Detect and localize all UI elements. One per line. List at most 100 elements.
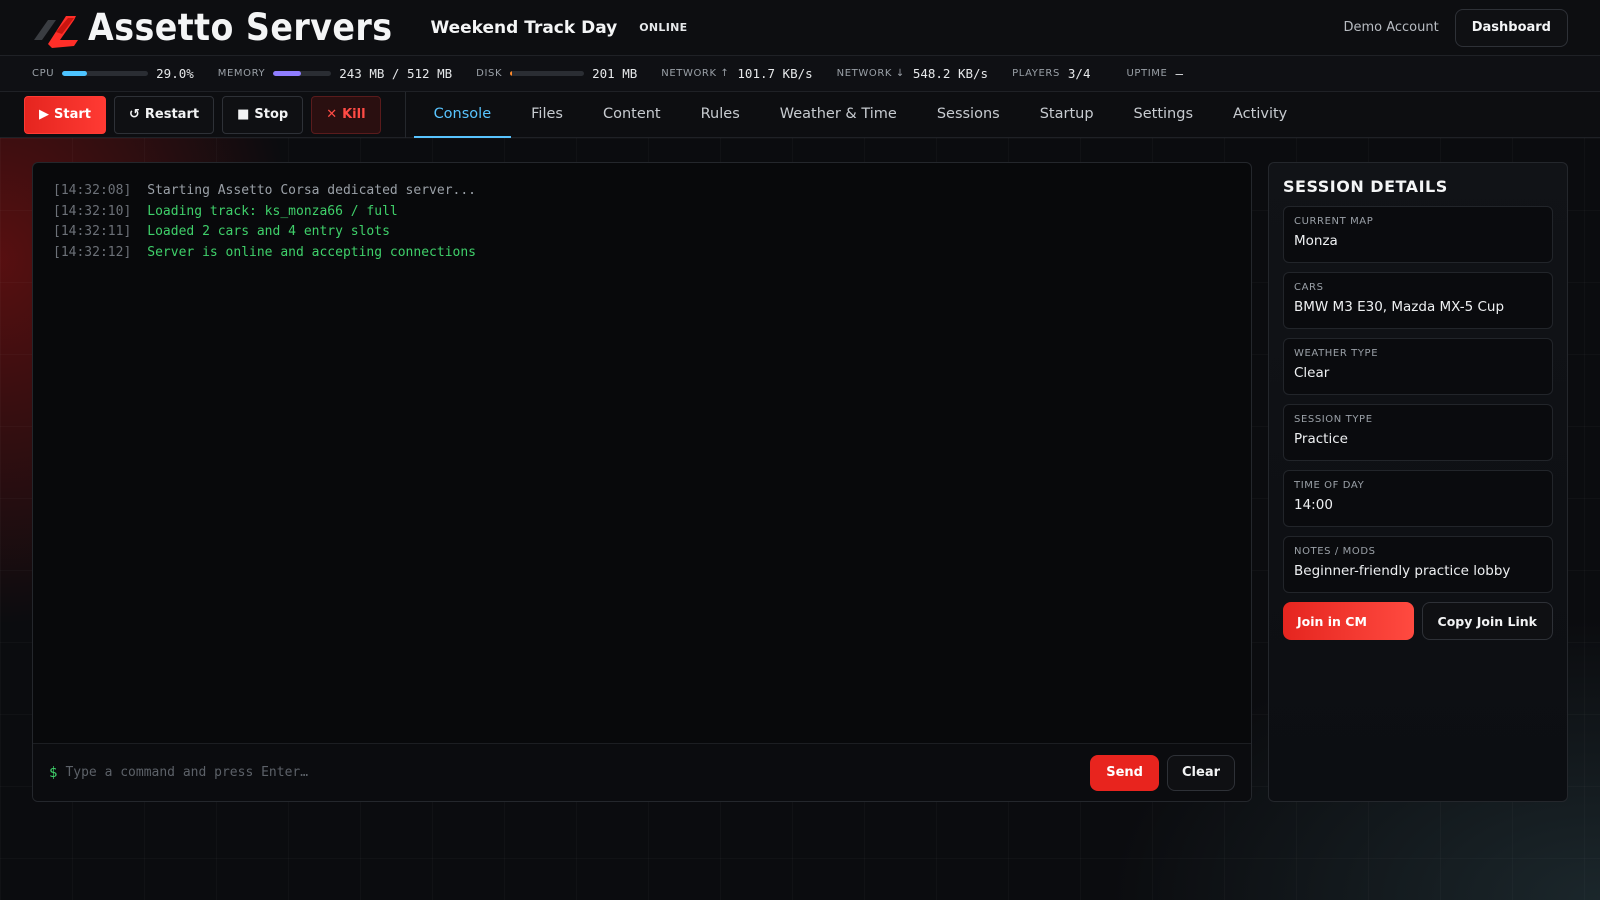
log-timestamp: [14:32:11]: [53, 224, 132, 239]
log-message: Starting Assetto Corsa dedicated server.…: [147, 183, 477, 198]
command-input[interactable]: [65, 765, 1091, 780]
field-label: NOTES / MODS: [1294, 546, 1376, 557]
stat-cpu: CPU 29.0%: [32, 66, 194, 81]
header-right: Demo Account Dashboard: [1343, 8, 1568, 47]
stat-network-down: NETWORK ↓ 548.2 KB/s: [837, 66, 988, 81]
log-line: [14:32:11] Loaded 2 cars and 4 entry slo…: [53, 222, 1231, 243]
stat-network-up: NETWORK ↑ 101.7 KB/s: [661, 66, 812, 81]
log-line: [14:32:10] Loading track: ks_monza66 / f…: [53, 202, 1231, 223]
tab-weather-time[interactable]: Weather & Time: [760, 92, 917, 138]
stat-disk: DISK 201 MB: [476, 66, 637, 81]
field-label: SESSION TYPE: [1294, 414, 1373, 425]
tab-content[interactable]: Content: [583, 92, 681, 138]
console-log[interactable]: [14:32:08] Starting Assetto Corsa dedica…: [33, 163, 1251, 281]
log-message: Server is online and accepting connectio…: [147, 244, 477, 260]
field-label: CARS: [1294, 282, 1324, 293]
field-value: BMW M3 E30, Mazda MX-5 Cup: [1294, 299, 1505, 315]
toolbar-divider: [404, 91, 406, 138]
field-session-type: SESSION TYPE Practice: [1283, 404, 1553, 461]
tab-bar: Console Files Content Rules Weather & Ti…: [413, 92, 1308, 138]
stat-value: 3/4: [1067, 66, 1091, 81]
dashboard-button[interactable]: Dashboard: [1454, 8, 1568, 47]
tab-startup[interactable]: Startup: [1020, 92, 1114, 138]
field-cars: CARS BMW M3 E30, Mazda MX-5 Cup: [1283, 272, 1553, 329]
stop-label: Stop: [254, 107, 289, 122]
server-name: Weekend Track Day: [430, 17, 618, 38]
log-timestamp: [14:32:12]: [53, 244, 132, 260]
field-label: TIME OF DAY: [1294, 480, 1365, 491]
field-label: CURRENT MAP: [1294, 216, 1374, 227]
cpu-usage-fill: [62, 71, 88, 76]
clear-button[interactable]: Clear: [1167, 754, 1235, 791]
stop-button[interactable]: ■ Stop: [222, 95, 304, 134]
memory-usage-bar: [273, 71, 332, 76]
kill-button[interactable]: ✕ Kill: [311, 95, 381, 134]
prompt-symbol: $: [49, 764, 58, 781]
panel-actions: Join in CM Copy Join Link: [1283, 602, 1553, 640]
stat-label: PLAYERS: [1012, 68, 1060, 79]
stat-label: CPU: [32, 68, 55, 79]
stat-value: 201 MB: [592, 66, 638, 81]
stat-uptime: UPTIME —: [1126, 66, 1183, 81]
start-label: Start: [54, 107, 91, 122]
log-timestamp: [14:32:08]: [53, 183, 132, 198]
status-badge: ONLINE: [639, 21, 688, 34]
stat-value: 548.2 KB/s: [912, 66, 989, 81]
disk-usage-bar: [510, 71, 585, 76]
tab-activity[interactable]: Activity: [1213, 92, 1307, 138]
stat-label: DISK: [476, 68, 503, 79]
tab-console[interactable]: Console: [413, 92, 512, 138]
racing-stripes-logo-icon: [34, 15, 78, 48]
stat-memory: MEMORY 243 MB / 512 MB: [218, 66, 452, 81]
field-value: Monza: [1294, 233, 1338, 249]
tab-rules[interactable]: Rules: [681, 92, 760, 138]
field-value: Clear: [1294, 365, 1330, 381]
stat-value: —: [1175, 66, 1183, 81]
restart-button[interactable]: ↺ Restart: [113, 95, 215, 134]
cpu-usage-bar: [62, 71, 149, 76]
stat-label: MEMORY: [217, 68, 266, 79]
field-value: 14:00: [1294, 497, 1333, 513]
field-value: Beginner-friendly practice lobby: [1294, 563, 1511, 579]
command-row: $ Send Clear: [33, 743, 1251, 801]
disk-usage-fill: [510, 71, 512, 76]
stat-label: NETWORK ↓: [836, 68, 905, 79]
brand-title: Assetto Servers: [88, 6, 393, 49]
stat-label: UPTIME: [1126, 68, 1168, 79]
console-panel: [14:32:08] Starting Assetto Corsa dedica…: [32, 162, 1252, 802]
field-weather-type: WEATHER TYPE Clear: [1283, 338, 1553, 395]
resource-stats-bar: CPU 29.0% MEMORY 243 MB / 512 MB DISK 20…: [0, 56, 1600, 92]
play-icon: ▶: [39, 107, 49, 122]
field-time-of-day: TIME OF DAY 14:00: [1283, 470, 1553, 527]
top-header: Assetto Servers Weekend Track Day ONLINE…: [0, 0, 1600, 56]
stop-icon: ■: [237, 107, 250, 122]
log-message: Loading track: ks_monza66 / full: [147, 203, 398, 219]
log-message: Loaded 2 cars and 4 entry slots: [147, 224, 390, 239]
restart-icon: ↺: [128, 107, 140, 122]
log-timestamp: [14:32:10]: [53, 203, 132, 219]
panel-title: SESSION DETAILS: [1283, 177, 1448, 196]
tab-settings[interactable]: Settings: [1114, 92, 1213, 138]
join-in-cm-button[interactable]: Join in CM: [1283, 602, 1414, 640]
restart-label: Restart: [144, 107, 200, 122]
stat-value: 243 MB / 512 MB: [339, 66, 453, 81]
action-bar: ▶ Start ↺ Restart ■ Stop ✕ Kill Console …: [0, 91, 1600, 138]
stat-label: NETWORK ↑: [661, 68, 730, 79]
field-label: WEATHER TYPE: [1294, 348, 1379, 359]
copy-join-link-button[interactable]: Copy Join Link: [1421, 602, 1553, 640]
log-line: [14:32:12] Server is online and acceptin…: [53, 243, 1231, 264]
send-button[interactable]: Send: [1090, 754, 1159, 791]
kill-label: Kill: [342, 107, 366, 122]
stat-value: 101.7 KB/s: [737, 66, 813, 81]
stat-players: PLAYERS 3/4: [1012, 66, 1090, 81]
field-current-map: CURRENT MAP Monza: [1283, 206, 1553, 263]
field-notes-mods: NOTES / MODS Beginner-friendly practice …: [1283, 536, 1553, 593]
close-icon: ✕: [326, 107, 338, 122]
tab-sessions[interactable]: Sessions: [917, 92, 1020, 138]
field-value: Practice: [1294, 431, 1348, 447]
stat-value: 29.0%: [156, 66, 194, 81]
start-button[interactable]: ▶ Start: [24, 95, 106, 134]
account-name[interactable]: Demo Account: [1343, 20, 1438, 35]
tab-files[interactable]: Files: [511, 92, 583, 138]
session-details-panel: SESSION DETAILS CURRENT MAP Monza CARS B…: [1268, 162, 1568, 802]
